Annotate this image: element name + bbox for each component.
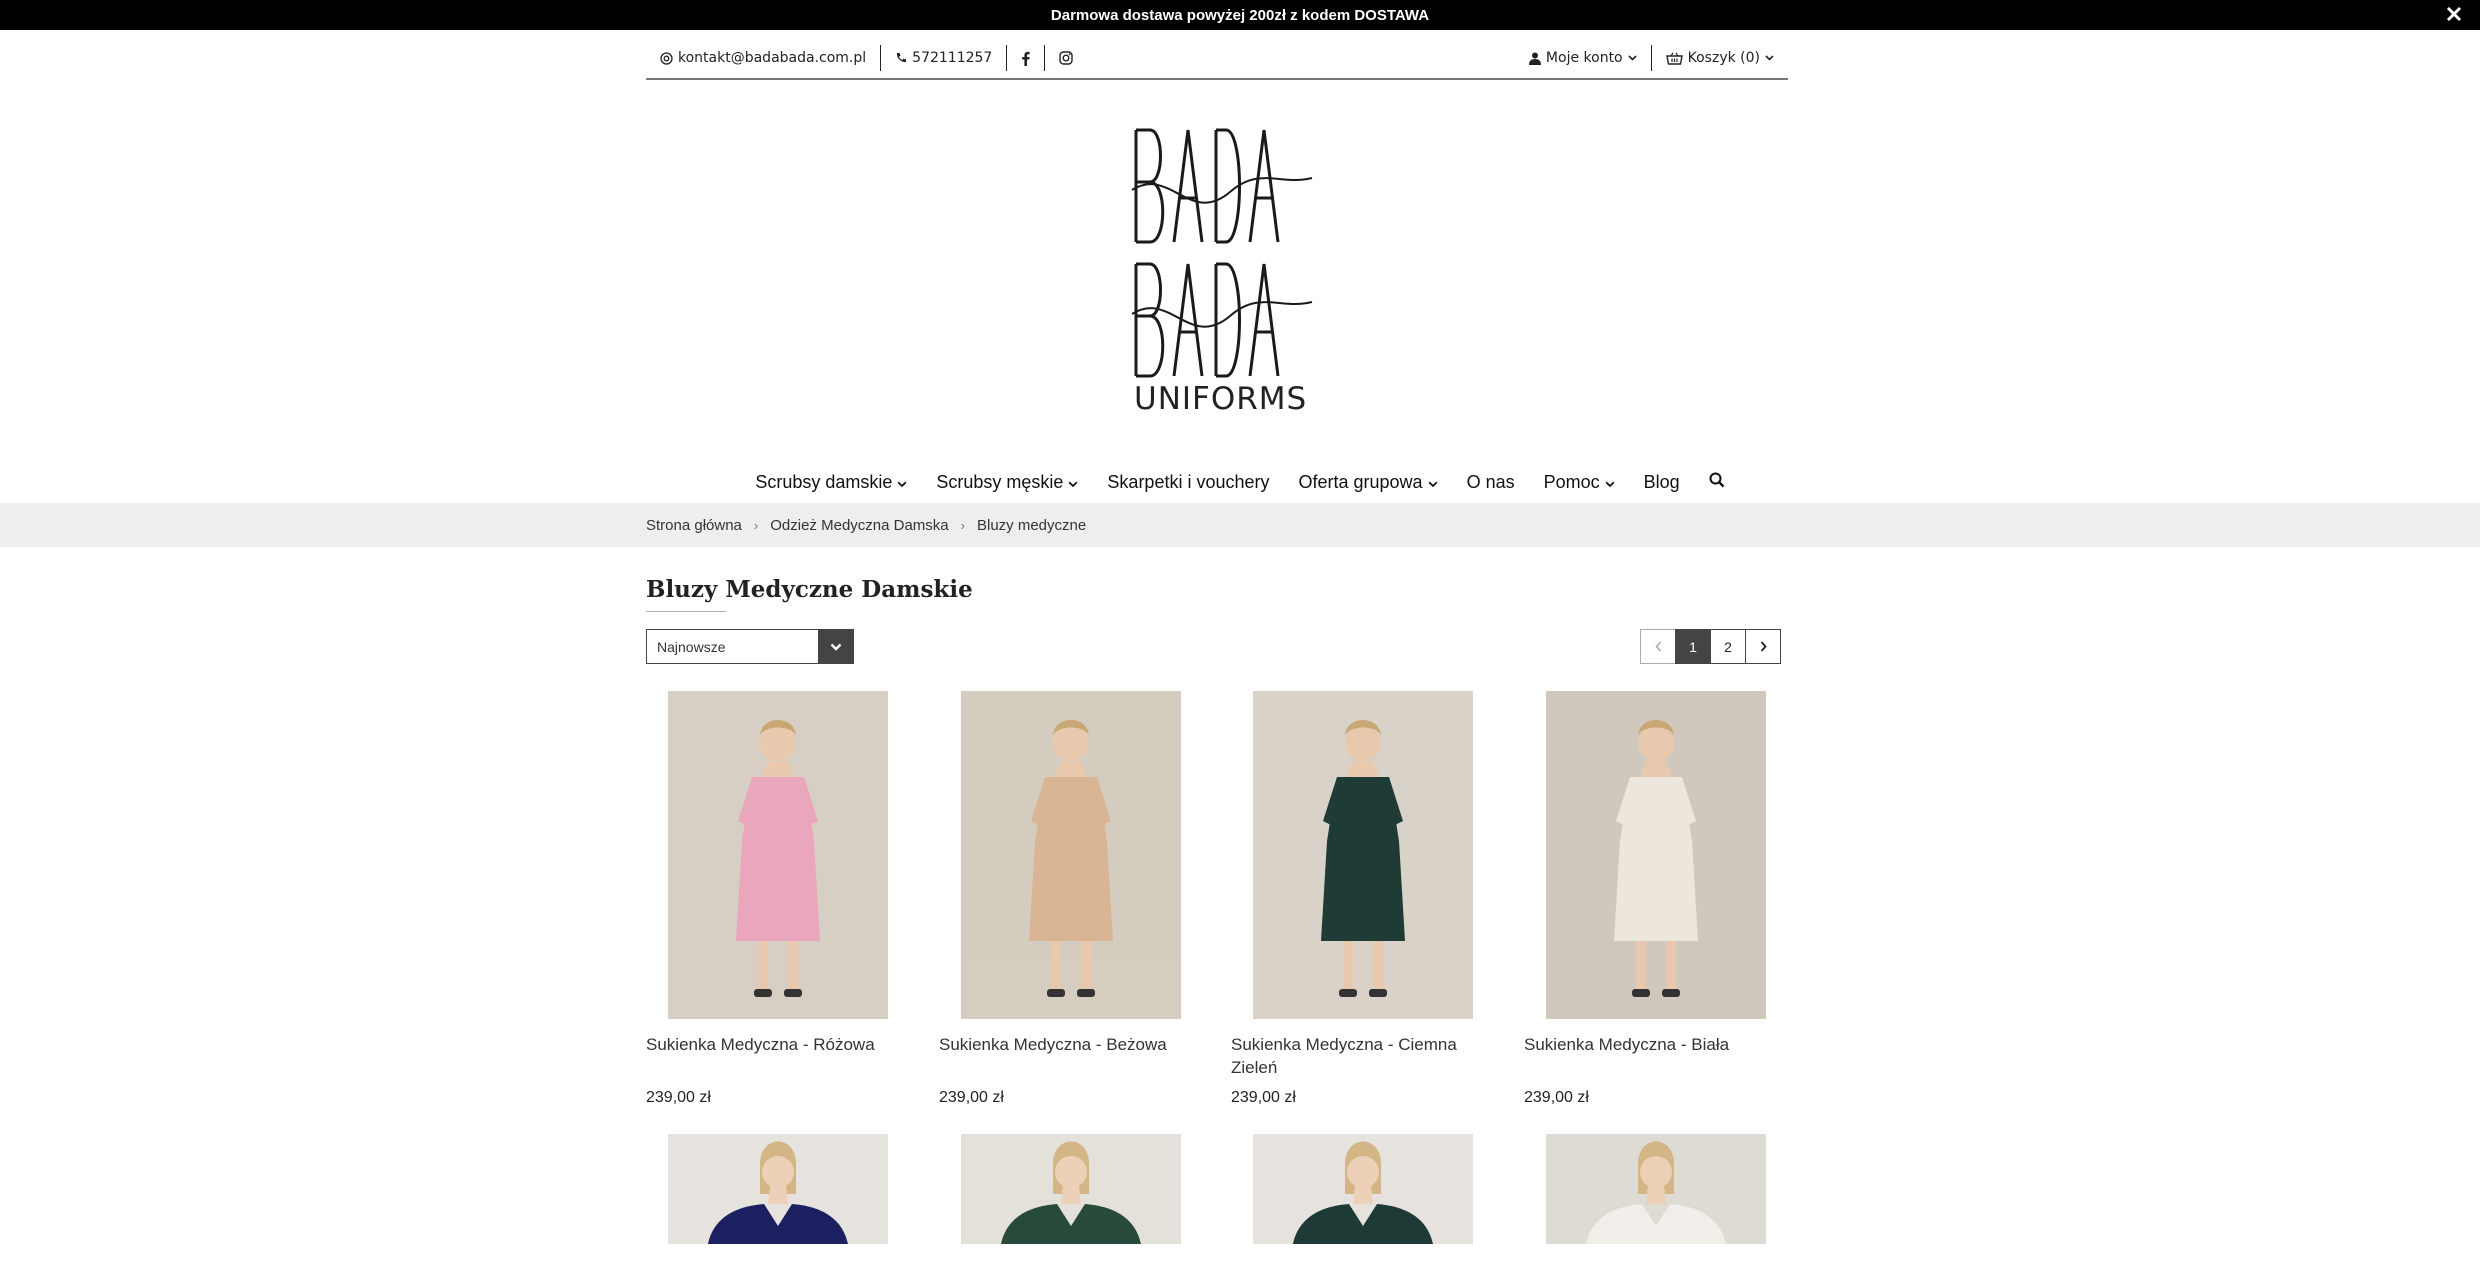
chevron-down-icon[interactable] [818,630,853,663]
nav-item-4[interactable]: O nas [1467,472,1515,493]
instagram-link[interactable] [1045,45,1087,71]
product-image[interactable] [961,691,1181,1019]
chevron-left-icon [1654,641,1661,652]
search-button[interactable] [1709,472,1725,493]
product-name[interactable]: Sukienka Medyczna - Ciemna Zieleń [1231,1033,1501,1079]
account-menu[interactable]: Moje konto [1515,45,1651,71]
nav-item-1[interactable]: Scrubsy męskie [936,472,1078,493]
promo-bar: Darmowa dostawa powyżej 200zł z kodem DO… [0,0,2480,30]
chevron-right-icon: › [960,517,965,533]
product-card[interactable]: Sukienka Medyczna - Biała 239,00 zł [1524,691,1794,1111]
chevron-right-icon: › [753,517,759,533]
phone-text: 572111257 [912,50,993,66]
facebook-link[interactable] [1007,45,1044,71]
product-price: 239,00 zł [1231,1089,1296,1106]
page-button-1[interactable]: 1 [1675,629,1711,664]
top-bar: kontakt@badabada.com.pl 572111257 Moje k… [646,38,1788,80]
nav-item-0[interactable]: Scrubsy damskie [755,472,907,493]
nav-item-6[interactable]: Blog [1644,472,1680,493]
product-price: 239,00 zł [939,1089,1004,1106]
product-card[interactable]: Sukienka Medyczna - Ciemna Zieleń 239,00 … [1231,691,1501,1111]
chevron-right-icon [1760,641,1767,652]
product-card[interactable]: Sukienka Medyczna - Beżowa 239,00 zł [939,691,1209,1111]
product-image[interactable] [668,1134,888,1244]
nav-item-label: Pomoc [1543,471,1600,492]
nav-item-label: O nas [1466,471,1515,492]
nav-item-label: Scrubsy damskie [755,471,893,492]
email-link[interactable]: kontakt@badabada.com.pl [646,45,880,71]
breadcrumb-current: Bluzy medyczne [977,516,1087,534]
chevron-down-icon [1765,55,1774,61]
product-price: 239,00 zł [1524,1089,1589,1106]
title-underline [646,611,726,612]
logo-subtitle: UNIFORMS [1134,381,1308,417]
product-image[interactable] [1253,1134,1473,1244]
sort-selected: Najnowsze [657,638,726,655]
at-icon [660,51,673,65]
product-image[interactable] [961,1134,1181,1244]
nav-item-5[interactable]: Pomoc [1544,472,1615,493]
logo[interactable]: UNIFORMS [1130,126,1316,417]
product-image[interactable] [1546,691,1766,1019]
breadcrumb-home[interactable]: Strona główna [646,517,742,534]
phone-link[interactable]: 572111257 [881,45,1006,71]
user-icon [1528,52,1541,65]
instagram-icon [1059,51,1074,65]
chevron-down-icon [1068,472,1078,493]
nav-item-label: Scrubsy męskie [936,471,1064,492]
chevron-down-icon [897,472,907,493]
nav-item-2[interactable]: Skarpetki i vouchery [1107,472,1269,493]
product-name[interactable]: Sukienka Medyczna - Beżowa [939,1033,1209,1056]
chevron-down-icon [1628,55,1637,61]
prev-page-button[interactable] [1640,629,1676,664]
next-page-button[interactable] [1745,629,1781,664]
facebook-icon [1021,51,1030,66]
breadcrumb-category[interactable]: Odzież Medyczna Damska [770,517,948,534]
product-card[interactable]: Sukienka Medyczna - Różowa 239,00 zł [646,691,916,1111]
page-button-2[interactable]: 2 [1710,629,1746,664]
close-icon[interactable] [2442,2,2466,26]
breadcrumb: Strona główna › Odzież Medyczna Damska ›… [646,503,1086,547]
nav-item-label: Blog [1643,471,1680,492]
product-price: 239,00 zł [646,1089,711,1106]
phone-icon [895,52,907,64]
product-image[interactable] [668,691,888,1019]
main-nav: Scrubsy damskie Scrubsy męskie Skarpetki i… [0,462,2480,502]
nav-item-label: Oferta grupowa [1298,471,1423,492]
chevron-down-icon [1428,472,1438,493]
chevron-down-icon [1605,472,1615,493]
product-image[interactable] [1253,691,1473,1019]
cart-label: Koszyk (0) [1687,50,1760,66]
nav-item-label: Skarpetki i vouchery [1107,471,1270,492]
search-icon [1709,472,1725,493]
sort-select[interactable]: Najnowsze [646,629,854,664]
promo-text: Darmowa dostawa powyżej 200zł z kodem DO… [1050,6,1430,24]
nav-item-3[interactable]: Oferta grupowa [1299,472,1438,493]
product-name[interactable]: Sukienka Medyczna - Biała [1524,1033,1794,1056]
account-label: Moje konto [1545,50,1623,66]
email-text: kontakt@badabada.com.pl [678,50,867,66]
cart-menu[interactable]: Koszyk (0) [1652,45,1788,71]
breadcrumb-bar: Strona główna › Odzież Medyczna Damska ›… [0,503,2480,547]
product-image[interactable] [1546,1134,1766,1244]
basket-icon [1665,51,1683,65]
pagination: 1 2 [1640,629,1781,664]
product-name[interactable]: Sukienka Medyczna - Różowa [646,1033,916,1056]
page-title: Bluzy Medyczne Damskie [646,576,973,603]
logo-mark [1131,128,1313,378]
